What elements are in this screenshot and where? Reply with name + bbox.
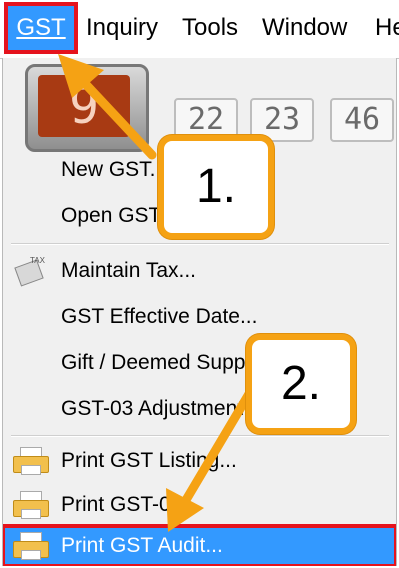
menu-bar: GST Inquiry Tools Window He [0, 0, 399, 59]
menu-inquiry-label: Inquiry [86, 14, 159, 41]
printer-icon [13, 491, 49, 519]
dropdown-header: 9 22 23 46 [9, 60, 394, 152]
step-1-callout: 1. [158, 135, 274, 239]
calendar-icon: 9 [25, 64, 149, 152]
menu-item-label: GST-03 Adjustment... [61, 397, 261, 420]
menu-item-label: Print GST Listing... [61, 449, 237, 472]
menu-separator [11, 243, 389, 245]
calendar-day: 9 [38, 75, 130, 137]
menu-help[interactable]: He [371, 6, 399, 50]
menu-tools-label: Tools [182, 14, 239, 41]
printer-icon [13, 532, 49, 560]
menu-window-label: Window [262, 14, 348, 41]
menu-item-print-gst-audit[interactable]: Print GST Audit... [3, 524, 396, 566]
tax-icon: TAX [13, 257, 47, 287]
menu-separator [11, 435, 389, 437]
menu-item-label: GST Effective Date... [61, 305, 258, 328]
menu-item-label: Maintain Tax... [61, 259, 197, 282]
menu-window[interactable]: Window [258, 6, 351, 50]
counter-box: 46 [330, 98, 394, 142]
menu-gst[interactable]: GST [4, 2, 78, 54]
menu-item-print-gst03[interactable]: Print GST-03... [3, 482, 396, 528]
menu-help-label: He [375, 14, 399, 41]
step-2-callout: 2. [246, 334, 356, 434]
menu-item-label: Gift / Deemed Supply... [61, 351, 277, 374]
printer-icon [13, 447, 49, 475]
menu-tools[interactable]: Tools [178, 6, 242, 50]
menu-item-print-gst-listing[interactable]: Print GST Listing... [3, 438, 396, 484]
menu-inquiry[interactable]: Inquiry [82, 6, 162, 50]
menu-item-label: New GST... [61, 158, 168, 181]
menu-item-maintain-tax[interactable]: TAX Maintain Tax... [3, 248, 396, 294]
menu-item-label: Print GST-03... [61, 493, 200, 516]
menu-item-label: Print GST Audit... [61, 534, 223, 557]
